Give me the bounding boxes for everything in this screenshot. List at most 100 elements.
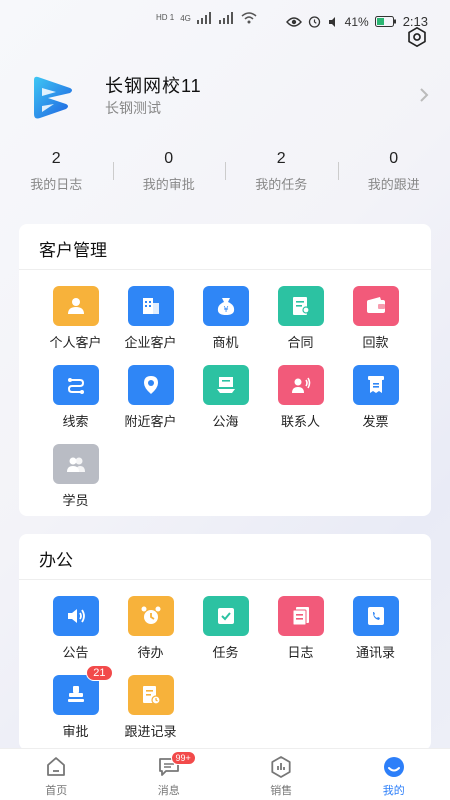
customer-item[interactable]: ¥ 商机 bbox=[188, 286, 263, 351]
customer-item[interactable]: 附近客户 bbox=[113, 365, 188, 430]
office-item[interactable]: 通讯录 bbox=[338, 596, 413, 661]
stat-label: 我的审批 bbox=[142, 177, 195, 192]
stat-value: 0 bbox=[389, 150, 399, 167]
contract-icon bbox=[277, 286, 324, 326]
customer-item[interactable]: 学员 bbox=[38, 444, 113, 509]
customer-item-label: 公海 bbox=[212, 414, 239, 429]
customer-item-label: 个人客户 bbox=[49, 335, 102, 350]
office-item-label: 日志 bbox=[287, 645, 314, 660]
person-icon bbox=[52, 286, 99, 326]
customer-item-label: 联系人 bbox=[280, 414, 320, 429]
stat-label: 我的日志 bbox=[30, 177, 83, 192]
office-item-label: 任务 bbox=[212, 645, 239, 660]
office-card: 办公 公告 待办 任务 日志 通讯录 21 审批 跟进记录 bbox=[19, 534, 431, 750]
customer-grid: 个人客户 企业客户 ¥ 商机 合同 回款线索 附近客户 公海 联系人 发票学员 bbox=[19, 270, 431, 509]
customer-item[interactable]: 线索 bbox=[38, 365, 113, 430]
office-item[interactable]: 公告 bbox=[38, 596, 113, 661]
followup-icon bbox=[127, 675, 174, 715]
tab-label: 消息 bbox=[157, 785, 180, 797]
stat-value: 0 bbox=[164, 150, 174, 167]
customer-item[interactable]: 企业客户 bbox=[113, 286, 188, 351]
count-badge: 21 bbox=[86, 665, 113, 681]
section-title: 客户管理 bbox=[19, 224, 431, 270]
speaker-icon bbox=[52, 596, 99, 636]
customer-item-label: 发票 bbox=[362, 414, 389, 429]
phone-book-icon bbox=[352, 596, 399, 636]
customer-item[interactable]: 公海 bbox=[188, 365, 263, 430]
signal-indicators: HD 1 4G bbox=[156, 12, 257, 24]
customer-item[interactable]: 个人客户 bbox=[38, 286, 113, 351]
tab-label: 销售 bbox=[270, 785, 293, 797]
eye-icon bbox=[285, 16, 302, 27]
route-icon bbox=[52, 365, 99, 405]
office-item[interactable]: 任务 bbox=[188, 596, 263, 661]
customer-item-label: 线索 bbox=[62, 414, 89, 429]
customer-item-label: 学员 bbox=[62, 493, 89, 508]
office-item-label: 跟进记录 bbox=[124, 724, 177, 739]
office-item[interactable]: 跟进记录 bbox=[113, 675, 188, 740]
chevron-right-icon[interactable] bbox=[418, 88, 430, 102]
money-bag-icon: ¥ bbox=[202, 286, 249, 326]
profile-icon bbox=[383, 757, 404, 777]
net-label: 4G bbox=[180, 13, 191, 23]
office-item-label: 通讯录 bbox=[355, 645, 395, 660]
stats-row: 2 我的日志 0 我的审批 2 我的任务 0 我的跟进 bbox=[0, 150, 450, 196]
tab-home[interactable]: 首页 bbox=[0, 749, 113, 800]
wifi-icon bbox=[241, 12, 257, 24]
building-icon bbox=[127, 286, 174, 326]
section-title: 办公 bbox=[19, 534, 431, 580]
customer-item-label: 回款 bbox=[362, 335, 389, 350]
user-subtitle: 长钢测试 bbox=[105, 100, 161, 116]
office-item-label: 待办 bbox=[137, 645, 164, 660]
customer-item[interactable]: 合同 bbox=[263, 286, 338, 351]
contact-icon bbox=[277, 365, 324, 405]
customer-item-label: 附近客户 bbox=[124, 414, 177, 429]
signal-icon bbox=[196, 12, 211, 24]
customer-item-label: 企业客户 bbox=[124, 335, 177, 350]
signal-icon-2 bbox=[218, 12, 233, 24]
customer-item[interactable]: 回款 bbox=[338, 286, 413, 351]
stat-value: 2 bbox=[276, 150, 286, 167]
stat-label: 我的任务 bbox=[255, 177, 308, 192]
app-logo-icon bbox=[34, 76, 72, 119]
sim1-label: HD 1 bbox=[156, 13, 175, 22]
office-item[interactable]: 待办 bbox=[113, 596, 188, 661]
stamp-icon: 21 bbox=[52, 665, 113, 715]
customer-item[interactable]: 联系人 bbox=[263, 365, 338, 430]
alarm-clock-icon bbox=[127, 596, 174, 636]
office-item-label: 公告 bbox=[62, 645, 89, 660]
tab-sales-chart[interactable]: 销售 bbox=[225, 749, 338, 800]
tab-label: 我的 bbox=[382, 785, 405, 797]
stat-my-tasks[interactable]: 2 我的任务 bbox=[225, 150, 338, 196]
wallet-icon bbox=[352, 286, 399, 326]
bottom-tab-bar: 首页 99+ 消息 销售 我的 bbox=[0, 748, 450, 800]
ship-icon bbox=[202, 365, 249, 405]
tab-profile[interactable]: 我的 bbox=[338, 749, 450, 800]
battery-percent: 41% bbox=[344, 14, 369, 29]
customer-item[interactable]: 发票 bbox=[338, 365, 413, 430]
unread-badge: 99+ bbox=[170, 751, 196, 765]
stat-my-followups[interactable]: 0 我的跟进 bbox=[337, 150, 450, 196]
log-icon bbox=[277, 596, 324, 636]
stat-my-logs[interactable]: 2 我的日志 bbox=[0, 150, 113, 196]
alarm-status-icon bbox=[308, 16, 320, 28]
task-check-icon bbox=[202, 596, 249, 636]
mute-icon bbox=[328, 16, 335, 27]
customer-item-label: 合同 bbox=[287, 335, 314, 350]
invoice-icon bbox=[352, 365, 399, 405]
students-icon bbox=[52, 444, 99, 484]
home-icon bbox=[47, 757, 66, 776]
stat-my-approvals[interactable]: 0 我的审批 bbox=[112, 150, 226, 196]
profile-header[interactable]: 长钢网校11 长钢测试 bbox=[30, 70, 430, 126]
tab-message[interactable]: 99+ 消息 bbox=[113, 749, 226, 800]
office-grid: 公告 待办 任务 日志 通讯录 21 审批 跟进记录 bbox=[19, 580, 431, 740]
user-name: 长钢网校11 bbox=[105, 76, 202, 96]
stat-label: 我的跟进 bbox=[367, 177, 420, 192]
office-item[interactable]: 日志 bbox=[263, 596, 338, 661]
customer-item-label: 商机 bbox=[212, 335, 239, 350]
svg-text:¥: ¥ bbox=[223, 305, 228, 314]
customer-management-card: 客户管理 个人客户 企业客户 ¥ 商机 合同 回款线索 附近客户 公海 联系人 发票学员 bbox=[19, 224, 431, 516]
tab-label: 首页 bbox=[45, 785, 68, 797]
office-item[interactable]: 21 审批 bbox=[38, 665, 113, 740]
settings-gear-icon[interactable] bbox=[406, 26, 428, 48]
